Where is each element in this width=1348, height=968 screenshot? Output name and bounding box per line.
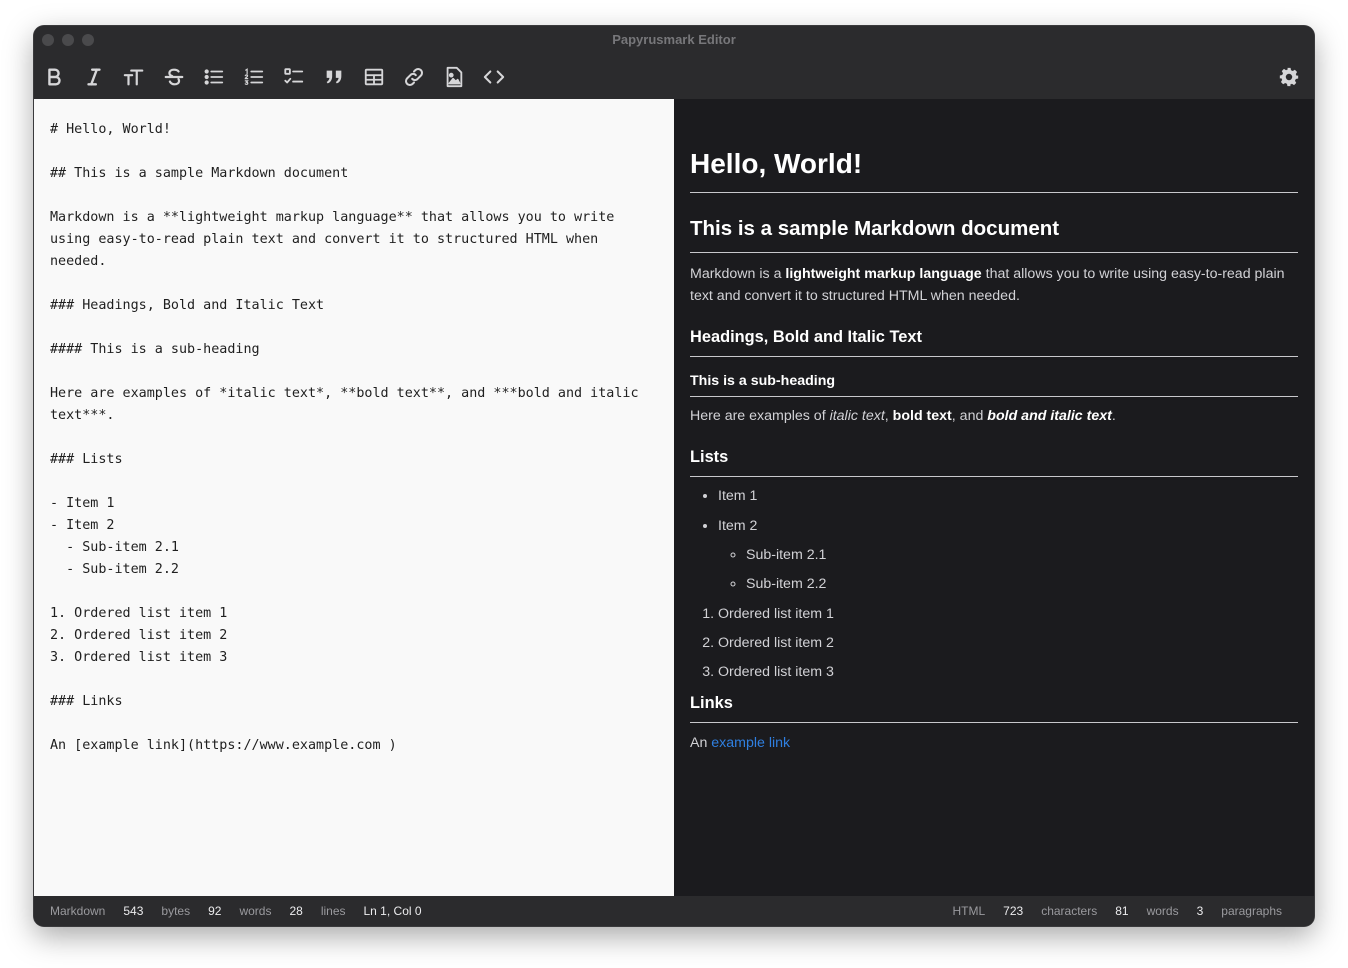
- preview-intro-paragraph: Markdown is a lightweight markup languag…: [690, 263, 1298, 307]
- characters-count: 723: [1003, 904, 1024, 918]
- link-icon: [404, 67, 424, 87]
- preview-h4-subheading: This is a sub-heading: [690, 373, 1298, 397]
- strikethrough-button[interactable]: [161, 64, 187, 90]
- ordered-list: Ordered list item 1 Ordered list item 2 …: [690, 603, 1298, 683]
- lines-count: 28: [289, 904, 303, 918]
- code-button[interactable]: [481, 64, 507, 90]
- heading-button[interactable]: [121, 64, 147, 90]
- app-window: Papyrusmark Editor # Hello, World! ## Th…: [34, 26, 1314, 926]
- preview-h2: This is a sample Markdown document: [690, 217, 1298, 253]
- gear-icon: [1279, 67, 1299, 87]
- window-title: Papyrusmark Editor: [612, 32, 736, 47]
- emphasis-separator: , and: [951, 408, 988, 424]
- emphasis-text: Here are examples of: [690, 408, 830, 424]
- words-count: 81: [1115, 904, 1129, 918]
- italic-icon: [87, 68, 101, 86]
- bullet-list: Item 1 Item 2 Sub-item 2.1 Sub-item 2.2: [690, 485, 1298, 595]
- html-preview: Hello, World! This is a sample Markdown …: [674, 99, 1314, 896]
- strikethrough-icon: [164, 68, 184, 86]
- numbered-list-icon: [244, 68, 264, 85]
- list-item: Sub-item 2.2: [746, 573, 1298, 595]
- mode-label: HTML: [952, 904, 986, 918]
- intro-text: Markdown is a: [690, 266, 786, 282]
- emphasis-separator: ,: [884, 408, 893, 424]
- paragraphs-label: paragraphs: [1221, 904, 1282, 918]
- italic-text: italic text: [829, 408, 885, 424]
- bold-text: bold text: [892, 408, 952, 424]
- bold-italic-text: bold and italic text: [987, 408, 1112, 424]
- example-link[interactable]: example link: [711, 735, 790, 751]
- list-item: Ordered list item 3: [718, 661, 1298, 683]
- words-label: words: [239, 904, 272, 918]
- markdown-stats: Markdown 543 bytes 92 words 28 lines Ln …: [50, 896, 440, 926]
- quote-icon: [326, 70, 342, 84]
- title-bar: Papyrusmark Editor: [34, 26, 1314, 54]
- bullet-list-button[interactable]: [201, 64, 227, 90]
- code-icon: [483, 70, 505, 84]
- list-item: Sub-item 2.1: [746, 544, 1298, 566]
- preview-h3-links: Links: [690, 694, 1298, 723]
- paragraphs-count: 3: [1196, 904, 1204, 918]
- image-button[interactable]: [441, 64, 467, 90]
- status-bar: Markdown 543 bytes 92 words 28 lines Ln …: [34, 896, 1314, 926]
- image-file-icon: [446, 66, 463, 88]
- numbered-list-button[interactable]: [241, 64, 267, 90]
- list-item: Item 2 Sub-item 2.1 Sub-item 2.2: [718, 515, 1298, 595]
- emphasis-end: .: [1111, 408, 1116, 424]
- settings-button[interactable]: [1276, 64, 1302, 90]
- nested-bullet-list: Sub-item 2.1 Sub-item 2.2: [718, 544, 1298, 595]
- markdown-source[interactable]: # Hello, World! ## This is a sample Mark…: [50, 119, 658, 757]
- bytes-label: bytes: [161, 904, 191, 918]
- html-stats: HTML 723 characters 81 words 3 paragraph…: [952, 896, 1282, 926]
- preview-link-paragraph: An example link: [690, 732, 1298, 754]
- text-size-icon: [123, 69, 144, 86]
- formatting-toolbar: [34, 54, 1314, 99]
- table-icon: [364, 68, 384, 86]
- characters-label: characters: [1041, 904, 1098, 918]
- bytes-count: 543: [123, 904, 144, 918]
- intro-bold-text: lightweight markup language: [785, 266, 982, 282]
- table-button[interactable]: [361, 64, 387, 90]
- cursor-position: Ln 1, Col 0: [363, 904, 422, 918]
- link-paragraph-text: An: [690, 735, 712, 751]
- bold-button[interactable]: [41, 64, 67, 90]
- list-item: Item 1: [718, 485, 1298, 507]
- preview-h1: Hello, World!: [690, 148, 1298, 193]
- lines-label: lines: [320, 904, 346, 918]
- bold-icon: [48, 68, 61, 86]
- words-count: 92: [208, 904, 222, 918]
- checklist-icon: [284, 68, 304, 84]
- list-item: Ordered list item 2: [718, 632, 1298, 654]
- list-item-label: Item 2: [718, 518, 758, 534]
- list-item: Ordered list item 1: [718, 603, 1298, 625]
- task-list-button[interactable]: [281, 64, 307, 90]
- preview-h3-headings: Headings, Bold and Italic Text: [690, 328, 1298, 357]
- mode-label: Markdown: [50, 904, 106, 918]
- preview-h3-lists: Lists: [690, 448, 1298, 477]
- italic-button[interactable]: [81, 64, 107, 90]
- quote-button[interactable]: [321, 64, 347, 90]
- bullet-list-icon: [204, 69, 224, 85]
- link-button[interactable]: [401, 64, 427, 90]
- markdown-editor[interactable]: # Hello, World! ## This is a sample Mark…: [34, 99, 674, 896]
- words-label: words: [1146, 904, 1179, 918]
- preview-emphasis-paragraph: Here are examples of italic text, bold t…: [690, 405, 1298, 427]
